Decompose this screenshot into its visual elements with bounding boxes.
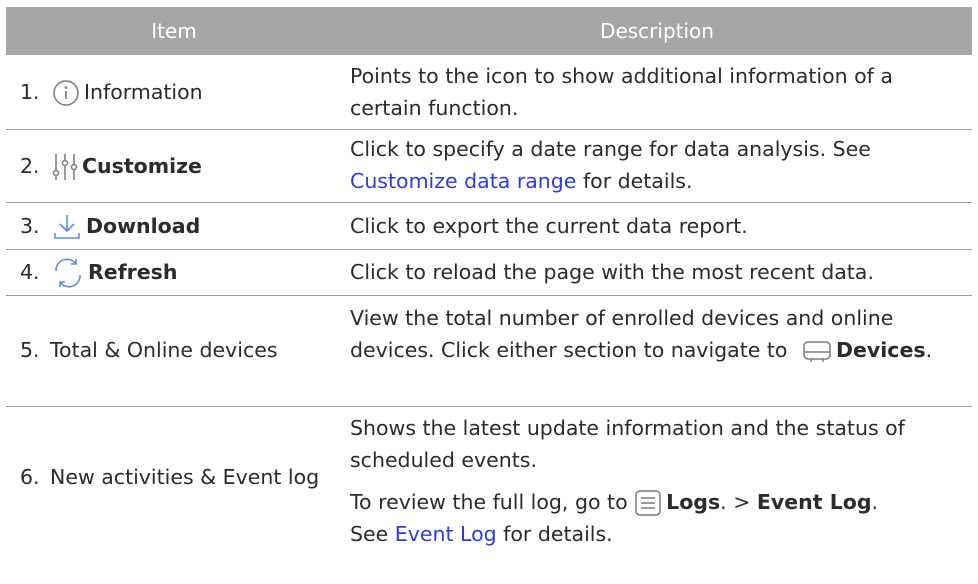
table-row: 6. New activities & Event log Shows the l… [6, 407, 972, 584]
logs-icon [634, 489, 662, 517]
customize-sliders-icon [52, 152, 78, 182]
item-cell: 4. Refresh [20, 256, 177, 288]
devices-bold: Devices [835, 338, 926, 362]
info-icon [52, 79, 80, 107]
row-number: 4. [20, 260, 40, 284]
item-label: Total & Online devices [50, 338, 278, 362]
description-text: for details. [576, 169, 693, 193]
devices-icon [802, 340, 832, 362]
table-row: 1. Information Points to the icon to sho… [6, 55, 972, 130]
item-label: Information [84, 80, 203, 104]
item-cell: 3. Download [20, 210, 200, 242]
header-item: Item [151, 19, 197, 43]
item-label: Customize [82, 154, 202, 178]
item-label: New activities & Event log [50, 465, 320, 489]
description-text: Click to export the current data report. [350, 214, 748, 238]
description-cell: View the total number of enrolled device… [350, 302, 970, 366]
logs-bold: Logs [666, 490, 721, 514]
description-cell: Shows the latest update information and … [350, 412, 970, 550]
table-row: 4. Refresh Click to reload the page with… [6, 250, 972, 296]
description-text: Points to the icon to show additional in… [350, 64, 893, 120]
description-text: for details. [496, 522, 613, 546]
row-number: 3. [20, 214, 40, 238]
description-text: . [925, 338, 933, 362]
item-label: Refresh [88, 260, 178, 284]
item-cell: 5. Total & Online devices [20, 334, 278, 366]
table-row: 3. Download Click to export the current … [6, 203, 972, 250]
event-log-bold: Event Log [756, 490, 872, 514]
description-text: Click to specify a date range for data a… [350, 137, 871, 161]
description-text: . [871, 490, 879, 514]
item-cell: 2. Customize [20, 150, 202, 182]
description-cell: Click to reload the page with the most r… [350, 256, 970, 288]
description-cell: Click to export the current data report. [350, 210, 970, 242]
event-log-link[interactable]: Event Log [395, 522, 497, 546]
separator: . > [720, 490, 757, 514]
description-text: To review the full log, go to [350, 490, 635, 514]
row-number: 6. [20, 465, 40, 489]
row-number: 5. [20, 338, 40, 362]
description-text: Click to reload the page with the most r… [350, 260, 874, 284]
table-row: 2. Customize Click to specify a date ran… [6, 130, 972, 203]
description-text: Shows the latest update information and … [350, 416, 905, 472]
description-cell: Points to the icon to show additional in… [350, 60, 970, 124]
row-number: 2. [20, 154, 40, 178]
table-row: 5. Total & Online devices View the total … [6, 296, 972, 407]
refresh-icon [52, 258, 84, 288]
download-icon [52, 213, 82, 241]
item-cell: 1. Information [20, 76, 203, 108]
customize-data-range-link[interactable]: Customize data range [350, 169, 576, 193]
description-cell: Click to specify a date range for data a… [350, 133, 970, 197]
item-cell: 6. New activities & Event log [20, 461, 340, 493]
table-header: Item Description [6, 7, 972, 55]
description-text: See [350, 522, 395, 546]
row-number: 1. [20, 80, 40, 104]
item-label: Download [86, 214, 201, 238]
header-description: Description [600, 19, 714, 43]
